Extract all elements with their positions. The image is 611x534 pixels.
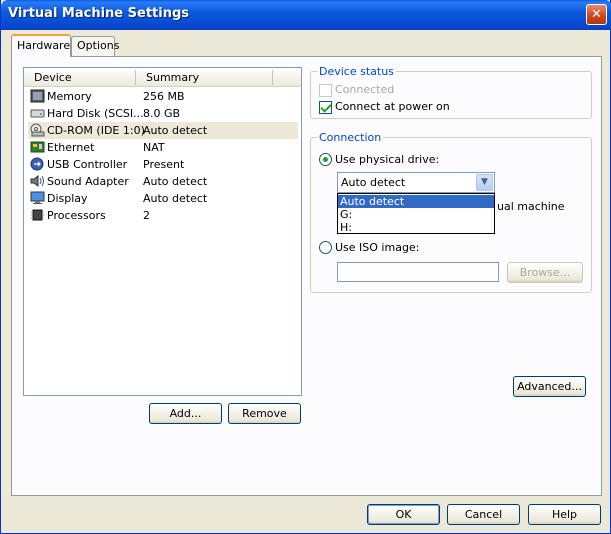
sound-icon: [30, 175, 44, 187]
browse-button-label: Browse...: [519, 266, 571, 279]
device-row-cdrom[interactable]: CD-ROM (IDE 1:0) Auto detect: [28, 122, 298, 139]
device-row-ethernet[interactable]: Ethernet NAT: [28, 139, 298, 156]
device-row-display[interactable]: Display Auto detect: [28, 190, 298, 207]
processor-icon: [31, 209, 44, 221]
cancel-button[interactable]: Cancel: [447, 504, 520, 525]
remove-button-label: Remove: [242, 407, 287, 420]
use-iso-image-label: Use ISO image:: [335, 241, 420, 254]
device-name: USB Controller: [47, 158, 128, 171]
cancel-button-label: Cancel: [464, 508, 503, 521]
help-button-label: Help: [551, 508, 578, 521]
device-row-processors[interactable]: Processors 2: [28, 207, 298, 224]
title-bar[interactable]: Virtual Machine Settings ✕: [1, 0, 611, 30]
add-button[interactable]: Add...: [149, 403, 222, 424]
physical-drive-value: Auto detect: [341, 176, 406, 189]
device-summary: Auto detect: [143, 175, 208, 188]
connection-group: Connection Use physical drive: Auto dete…: [310, 131, 592, 293]
device-name: Memory: [47, 90, 92, 103]
obscured-label-text: ual machine: [497, 200, 565, 213]
tab-hardware[interactable]: Hardware: [11, 34, 71, 57]
close-button[interactable]: ✕: [586, 4, 607, 25]
device-summary: Auto detect: [143, 192, 208, 205]
chevron-down-icon[interactable]: ▼: [476, 174, 493, 191]
device-name: CD-ROM (IDE 1:0): [47, 124, 145, 137]
device-name: Processors: [47, 209, 106, 222]
help-button[interactable]: Help: [528, 504, 601, 525]
cdrom-icon: [30, 123, 45, 137]
physical-drive-select[interactable]: Auto detect ▼: [337, 172, 495, 193]
column-divider[interactable]: [272, 70, 273, 85]
dialog-window: Virtual Machine Settings ✕ Hardware Opti…: [0, 0, 611, 534]
use-physical-drive-radio[interactable]: [319, 153, 332, 166]
device-status-label: Device status: [317, 65, 396, 78]
device-row-memory[interactable]: Memory 256 MB: [28, 88, 298, 105]
connected-checkbox[interactable]: [319, 84, 332, 97]
drive-option-g[interactable]: G:: [338, 208, 494, 221]
usb-icon: [30, 157, 44, 171]
use-physical-drive-label: Use physical drive:: [335, 153, 440, 166]
device-name: Sound Adapter: [47, 175, 129, 188]
hard-disk-icon: [30, 109, 45, 118]
device-row-sound[interactable]: Sound Adapter Auto detect: [28, 173, 298, 190]
device-row-hard-disk[interactable]: Hard Disk (SCSI... 8.0 GB: [28, 105, 298, 122]
device-name: Hard Disk (SCSI...: [47, 107, 144, 120]
remove-button[interactable]: Remove: [228, 403, 301, 424]
device-summary: 8.0 GB: [143, 107, 181, 120]
memory-icon: [30, 89, 45, 103]
device-list[interactable]: Device Summary Memory 256 MB Hard Disk (…: [23, 67, 302, 396]
device-name: Ethernet: [47, 141, 95, 154]
device-name: Display: [47, 192, 88, 205]
advanced-button-label: Advanced...: [517, 380, 582, 393]
browse-button[interactable]: Browse...: [507, 262, 583, 283]
device-summary: Present: [143, 158, 185, 171]
tab-options[interactable]: Options: [71, 36, 119, 56]
device-list-header: Device Summary: [24, 68, 301, 87]
ok-button[interactable]: OK: [367, 504, 440, 525]
connected-label: Connected: [335, 83, 395, 96]
use-iso-image-radio[interactable]: [319, 241, 332, 254]
window-title: Virtual Machine Settings: [8, 6, 190, 21]
column-divider[interactable]: [135, 70, 136, 85]
device-summary: NAT: [143, 141, 165, 154]
drive-option-h[interactable]: H:: [338, 221, 494, 234]
column-header-device[interactable]: Device: [34, 71, 72, 84]
ok-button-label: OK: [395, 508, 412, 521]
drive-option-auto-detect[interactable]: Auto detect: [338, 195, 494, 208]
add-button-label: Add...: [169, 407, 202, 420]
device-summary: 256 MB: [143, 90, 185, 103]
hardware-panel: Device Summary Memory 256 MB Hard Disk (…: [11, 56, 602, 496]
display-icon: [30, 191, 45, 204]
connect-at-power-on-label: Connect at power on: [335, 100, 450, 113]
ethernet-icon: [30, 141, 45, 153]
connection-label: Connection: [317, 131, 384, 144]
iso-path-input[interactable]: [337, 262, 499, 282]
device-summary: Auto detect: [143, 124, 208, 137]
device-summary: 2: [143, 209, 150, 222]
column-header-summary[interactable]: Summary: [146, 71, 199, 84]
device-status-group: Device status Connected Connect at power…: [310, 65, 592, 119]
device-row-usb[interactable]: USB Controller Present: [28, 156, 298, 173]
advanced-button[interactable]: Advanced...: [513, 376, 586, 397]
connect-at-power-on-checkbox[interactable]: [319, 101, 332, 114]
physical-drive-dropdown: Auto detect G: H:: [337, 193, 495, 234]
